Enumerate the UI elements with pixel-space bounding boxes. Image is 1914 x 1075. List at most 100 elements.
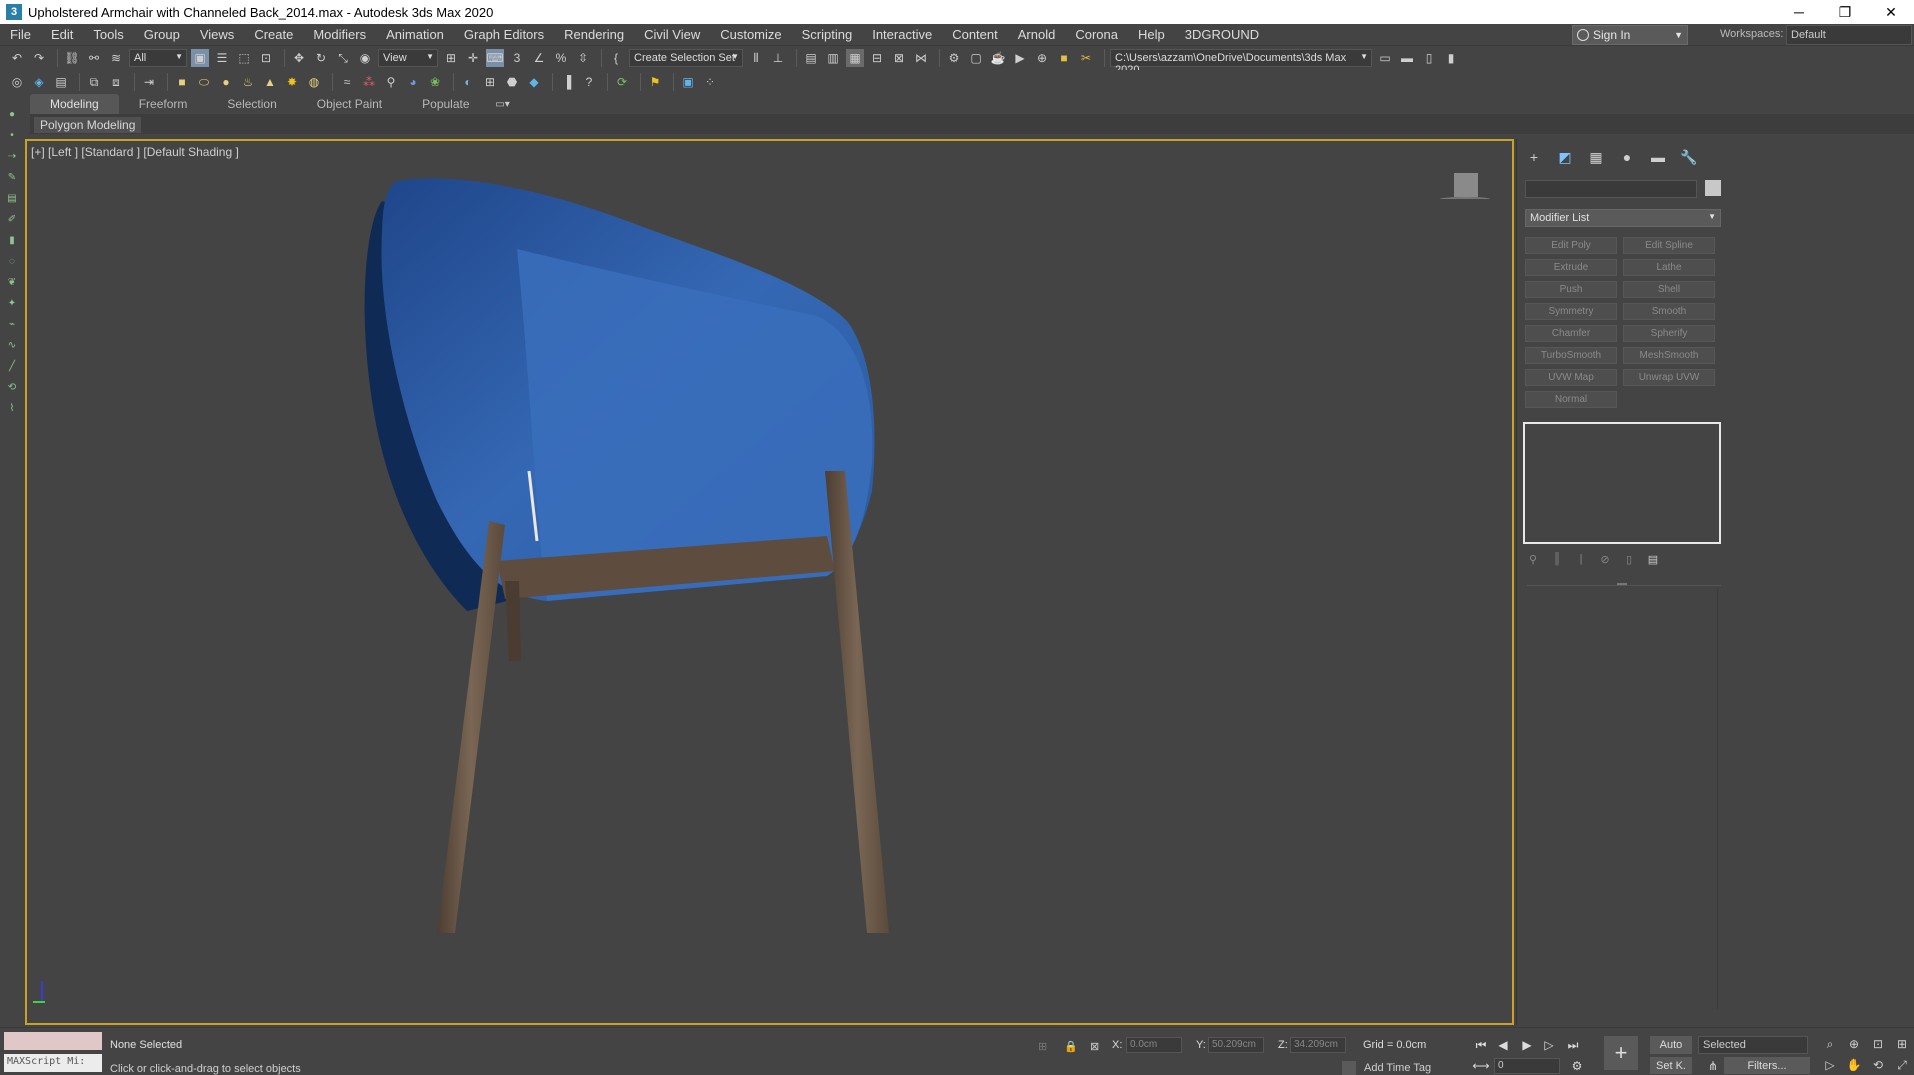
menu-modifiers[interactable]: Modifiers (303, 27, 376, 42)
light-icon[interactable]: ✸ (283, 73, 301, 91)
add-time-tag[interactable]: Add Time Tag (1342, 1061, 1431, 1075)
spherify-button[interactable]: Spherify (1623, 325, 1715, 342)
menu-rendering[interactable]: Rendering (554, 27, 634, 42)
move-icon[interactable]: ✥ (290, 49, 308, 67)
lathe-button[interactable]: Lathe (1623, 259, 1715, 276)
pen-icon[interactable]: ✐ (5, 212, 19, 226)
render-production-icon[interactable]: ☕ (989, 49, 1007, 67)
time-config-icon[interactable]: ⚙ (1568, 1057, 1586, 1075)
z-coord-field[interactable]: 34.209cm (1290, 1037, 1346, 1053)
align-icon[interactable]: ⊥ (769, 49, 787, 67)
y-coord-field[interactable]: 50.209cm (1208, 1037, 1264, 1053)
chamfer-button[interactable]: Chamfer (1525, 325, 1617, 342)
tab-freeform[interactable]: Freeform (119, 94, 208, 114)
geosphere-icon[interactable]: ◍ (305, 73, 323, 91)
project-open-icon[interactable]: ▭ (1376, 49, 1394, 67)
set-key-button[interactable]: Set K. (1650, 1057, 1692, 1074)
refresh-icon[interactable]: ⟳ (613, 73, 631, 91)
close-button[interactable]: ✕ (1868, 0, 1914, 24)
tab-modeling[interactable]: Modeling (30, 94, 119, 114)
link-tool-icon[interactable]: ⌁ (5, 317, 19, 331)
dot-icon[interactable]: • (5, 128, 19, 142)
box-icon[interactable]: ■ (173, 73, 191, 91)
measure-icon[interactable]: ▐ (558, 73, 576, 91)
remove-modifier-icon[interactable]: ⊘ (1597, 551, 1613, 567)
utilities-tab-icon[interactable]: 🔧 (1678, 147, 1700, 167)
menu-arnold[interactable]: Arnold (1008, 27, 1066, 42)
motion-tab-icon[interactable]: ● (1616, 147, 1638, 167)
layer-icon[interactable]: ⧉ (85, 73, 103, 91)
layer-explorer-icon[interactable]: ▥ (824, 49, 842, 67)
project-settings-icon[interactable]: ▮ (1442, 49, 1460, 67)
zoom-icon[interactable]: ⌕ (1822, 1036, 1838, 1052)
bind-space-warp-icon[interactable]: ≋ (107, 49, 125, 67)
schematic-view-icon[interactable]: ⊠ (890, 49, 908, 67)
layer-add-icon[interactable]: ⧈ (107, 73, 125, 91)
create-tool-icon[interactable]: ● (5, 107, 19, 121)
named-selection-set-dropdown[interactable]: Create Selection Set ▼ (629, 49, 743, 67)
material-icon[interactable]: ⬣ (503, 73, 521, 91)
current-frame-field[interactable]: 0 (1494, 1058, 1560, 1074)
menu-customize[interactable]: Customize (710, 27, 791, 42)
fluid-icon[interactable]: ◕ (404, 73, 422, 91)
menu-civil-view[interactable]: Civil View (634, 27, 710, 42)
hair-icon[interactable]: ≈ (338, 73, 356, 91)
mirror-icon[interactable]: ⫴ (747, 49, 765, 67)
selection-filter-dropdown[interactable]: All ▼ (129, 49, 187, 67)
zoom-extents-icon[interactable]: ⊡ (1870, 1036, 1886, 1052)
show-end-result-icon[interactable]: ║ (1549, 551, 1565, 567)
render-iterative-icon[interactable]: ⊕ (1033, 49, 1051, 67)
particles-icon[interactable]: ⁂ (360, 73, 378, 91)
menu-create[interactable]: Create (244, 27, 303, 42)
pin-stack-icon[interactable]: ⚲ (1525, 551, 1541, 567)
rendered-frame-window-icon[interactable]: ▢ (967, 49, 985, 67)
field-of-view-icon[interactable]: ▷ (1822, 1057, 1838, 1073)
next-frame-icon[interactable]: ▷ (1540, 1036, 1558, 1054)
menu-edit[interactable]: Edit (41, 27, 83, 42)
zoom-extents-all-icon[interactable]: ⊞ (1894, 1036, 1910, 1052)
object-name-field[interactable] (1525, 180, 1697, 198)
percent-snap-icon[interactable]: % (552, 49, 570, 67)
edit-poly-button[interactable]: Edit Poly (1525, 237, 1617, 254)
panel-scrollbar[interactable] (1717, 589, 1718, 1009)
menu-group[interactable]: Group (134, 27, 190, 42)
maxscript-mini-listener[interactable]: MAXScript Mi: (4, 1054, 102, 1072)
shell-button[interactable]: Shell (1623, 281, 1715, 298)
set-key-icon[interactable]: + (1604, 1036, 1638, 1070)
fb-icon[interactable]: ▣ (679, 73, 697, 91)
display-tab-icon[interactable]: ▬ (1647, 147, 1669, 167)
isolate-selection-icon[interactable]: ⊞ (1038, 1040, 1052, 1054)
menu-help[interactable]: Help (1128, 27, 1175, 42)
key-filter-dropdown[interactable]: Selected (1698, 1036, 1808, 1054)
workspaces-dropdown[interactable]: Default (1786, 25, 1912, 45)
loop-icon[interactable]: ⟲ (5, 380, 19, 394)
snaps-toggle-icon[interactable]: 3 (508, 49, 526, 67)
menu-animation[interactable]: Animation (376, 27, 454, 42)
filters-button[interactable]: Filters... (1724, 1057, 1810, 1074)
key-mode-icon[interactable]: ⟷ (1472, 1057, 1490, 1075)
scissors-icon[interactable]: ✂ (1077, 49, 1095, 67)
menu-content[interactable]: Content (942, 27, 1008, 42)
maxscript-listener-output[interactable] (4, 1032, 102, 1050)
line-icon[interactable]: ╱ (5, 359, 19, 373)
layers-icon[interactable]: ▤ (5, 191, 19, 205)
spinner-snap-icon[interactable]: ⇳ (574, 49, 592, 67)
project-save-icon[interactable]: ▯ (1420, 49, 1438, 67)
orbit-icon[interactable]: ⟲ (1870, 1057, 1886, 1073)
bookmark-icon[interactable]: ▮ (5, 233, 19, 247)
menu-file[interactable]: File (0, 27, 41, 42)
x-coord-field[interactable]: 0.0cm (1126, 1037, 1182, 1053)
grid-icon[interactable]: ⊞ (481, 73, 499, 91)
camera-icon[interactable]: ◆ (525, 73, 543, 91)
go-to-end-icon[interactable]: ⏭ (1564, 1036, 1582, 1054)
modifier-stack[interactable] (1523, 422, 1721, 544)
minimize-button[interactable]: ─ (1776, 0, 1822, 24)
go-to-start-icon[interactable]: ⏮ (1472, 1036, 1490, 1054)
delete-icon[interactable]: ▯ (1621, 551, 1637, 567)
project-new-icon[interactable]: ▬ (1398, 49, 1416, 67)
absolute-mode-icon[interactable]: ⊠ (1090, 1040, 1104, 1054)
select-by-name-icon[interactable]: ☰ (213, 49, 231, 67)
normal-button[interactable]: Normal (1525, 391, 1617, 408)
track-icon[interactable]: ⇢ (5, 149, 19, 163)
curve-editor-icon[interactable]: ⊟ (868, 49, 886, 67)
